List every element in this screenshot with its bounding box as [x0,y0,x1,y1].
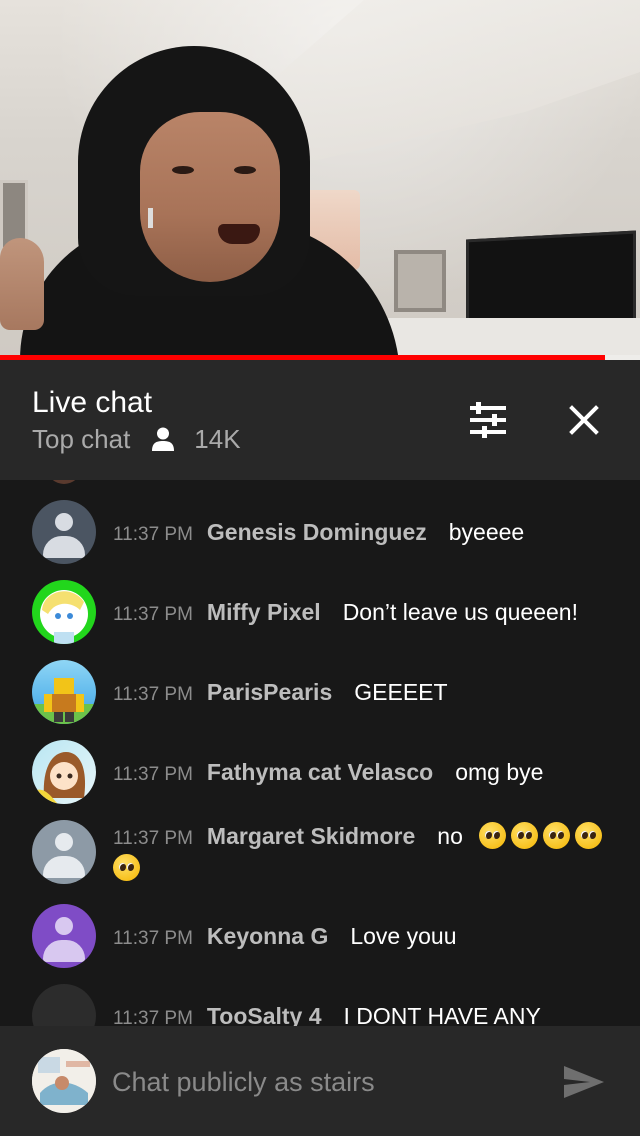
close-chat-button[interactable] [564,400,604,440]
message-timestamp: 11:37 PM [113,764,193,785]
chat-message-line: 11:37 PM Margaret Skidmore no [113,820,618,855]
viewer-count: 14K [194,423,241,454]
avatar[interactable] [32,984,96,1026]
pleading-face-emoji [113,854,140,881]
video-person-eye [234,166,256,174]
message-text: GEEEET [354,679,448,705]
message-timestamp: 11:37 PM [113,928,193,949]
chat-message[interactable]: 11:37 PM Genesis Dominguez byeeee [32,500,622,564]
chat-message-list[interactable]: 11:37 PM Genesis Dominguez byeeee 11:37 PM… [0,480,640,1026]
default-avatar-icon [55,833,73,851]
message-timestamp: 11:37 PM [113,524,193,545]
chat-message-line: 11:37 PM Keyonna G Love youu [113,920,622,955]
avatar[interactable] [32,660,96,724]
avatar[interactable] [32,904,96,968]
video-person-earring [148,208,153,228]
message-author[interactable]: Fathyma cat Velasco [207,759,433,785]
chat-mode-selector[interactable]: Top chat 14K [32,424,241,454]
chat-message-line: 11:37 PM TooSalty 4 I DONT HAVE ANY [113,1000,622,1026]
default-avatar-body [43,536,85,558]
live-chat-header: Live chat Top chat 14K [0,360,640,480]
message-text: Love youu [350,923,457,949]
chat-message[interactable]: 11:37 PM ParisPearis GEEEET [32,660,622,724]
close-icon [569,405,599,435]
send-button[interactable] [560,1062,608,1102]
person-icon [152,427,175,451]
video-player[interactable] [0,0,640,360]
message-timestamp: 11:37 PM [113,828,193,849]
default-avatar-icon [55,917,73,935]
anime-avatar-image [32,752,86,804]
send-icon [564,1066,604,1098]
video-shelf [380,318,640,360]
chat-message-line: 11:37 PM Miffy Pixel Don’t leave us queeen… [113,596,622,631]
anime-avatar-image [40,590,88,644]
message-text: no [437,823,463,849]
chat-message[interactable]: 11:37 PM Keyonna G Love youu [32,904,622,968]
default-avatar-body [43,940,85,962]
chat-message[interactable]: 11:37 PM Margaret Skidmore no [32,820,622,892]
message-timestamp: 11:37 PM [113,1008,193,1026]
chat-message-line: 11:37 PM Genesis Dominguez byeeee [113,516,622,551]
avatar[interactable] [32,820,96,884]
video-tv [466,230,636,332]
user-avatar[interactable] [32,1049,96,1113]
chat-message-line: 11:37 PM ParisPearis GEEEET [113,676,622,711]
chat-message-input[interactable] [112,1062,532,1102]
message-text: byeeee [448,519,525,545]
message-timestamp: 11:37 PM [113,604,193,625]
message-author[interactable]: ParisPearis [207,679,332,705]
message-text: Don’t leave us queeen! [342,599,578,625]
video-person-mouth [218,224,260,244]
video-person-face [140,112,280,282]
pleading-face-emoji [543,822,571,849]
chat-message-line-continued [113,852,622,884]
avatar[interactable] [32,580,96,644]
message-author[interactable]: Margaret Skidmore [207,823,415,849]
default-avatar-icon [55,513,73,531]
sliders-icon [470,402,506,438]
chat-filter-button[interactable] [466,400,510,440]
cut-off-avatar [48,480,80,484]
chat-message-line: 11:37 PM Fathyma cat Velasco omg bye [113,756,622,791]
video-picture-frame [394,250,446,312]
avatar[interactable] [32,500,96,564]
video-person-hand [0,238,44,330]
avatar[interactable] [32,740,96,804]
message-timestamp: 11:37 PM [113,684,193,705]
live-chat-title: Live chat [32,386,153,419]
user-avatar-image [32,1049,96,1113]
video-person-eye [172,166,194,174]
message-author[interactable]: Genesis Dominguez [207,519,427,545]
message-text: I DONT HAVE ANY [343,1003,541,1026]
pleading-face-emoji [479,822,507,849]
message-author[interactable]: TooSalty 4 [207,1003,322,1026]
message-text: omg bye [455,759,544,785]
message-author[interactable]: Keyonna G [207,923,328,949]
chat-mode-label: Top chat [32,423,131,454]
roblox-avatar-image [32,678,96,724]
message-author[interactable]: Miffy Pixel [207,599,321,625]
chat-message[interactable]: 11:37 PM Fathyma cat Velasco omg bye [32,740,622,804]
chat-message[interactable]: 11:37 PM Miffy Pixel Don’t leave us queeen… [32,580,622,644]
default-avatar-body [43,856,85,878]
pleading-face-emoji [511,822,539,849]
pleading-face-emoji [575,822,603,849]
chat-input-bar [0,1026,640,1136]
chat-message[interactable]: 11:37 PM TooSalty 4 I DONT HAVE ANY [32,984,622,1026]
